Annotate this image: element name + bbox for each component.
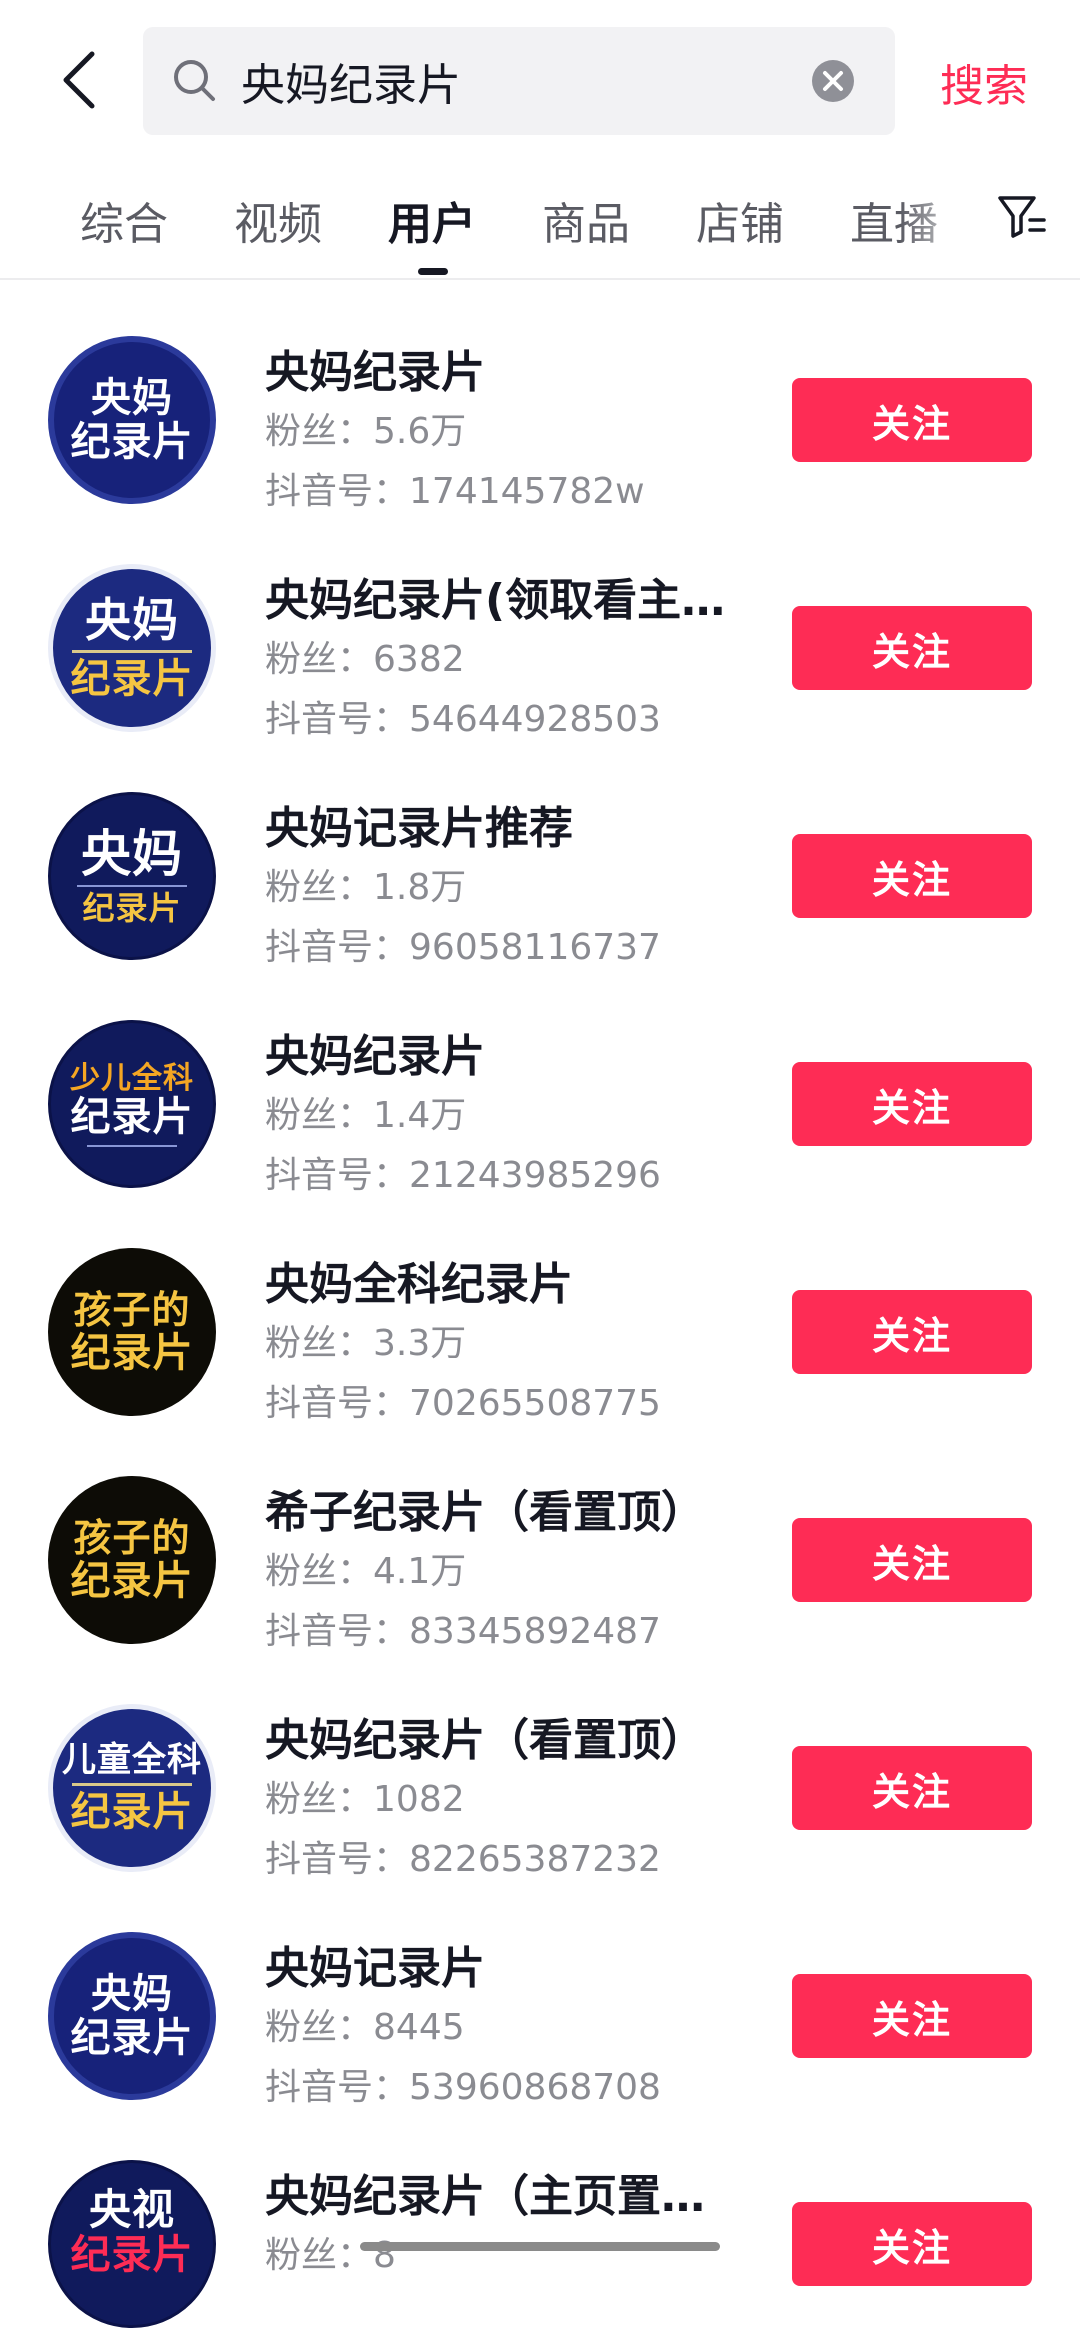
avatar-text-line: 少儿全科 <box>70 1060 194 1096</box>
follow-button[interactable]: 关注 <box>792 1974 1032 2058</box>
tab-fade-overlay <box>900 160 1000 276</box>
avatar-text-line: 纪录片 <box>82 888 182 927</box>
avatar-text-line: 央视 <box>88 2185 175 2234</box>
user-row[interactable]: 少儿全科 纪录片 央妈纪录片 粉丝：1.4万 抖音号：21243985296 关… <box>0 964 1080 1196</box>
tab-videos[interactable]: 视频 <box>234 188 322 252</box>
avatar-text-line: 纪录片 <box>70 654 194 702</box>
avatar-text-line: 孩子的 <box>73 1287 191 1333</box>
avatar-text-line: 纪录片 <box>70 418 194 465</box>
user-name: 央妈纪录片 <box>265 1031 485 1082</box>
avatar[interactable]: 央视 纪录片 <box>48 2160 216 2328</box>
avatar-text-line: 央妈 <box>91 1970 173 2017</box>
follow-button[interactable]: 关注 <box>792 1746 1032 1830</box>
tab-products[interactable]: 商品 <box>542 188 630 252</box>
avatar-text-line: 央妈 <box>91 374 173 421</box>
user-name: 央妈纪录片(领取看主… <box>265 575 726 626</box>
fans-count: 粉丝：8445 <box>265 2007 465 2048</box>
user-name: 希子纪录片（看置顶） <box>265 1487 705 1538</box>
douyin-id: 抖音号：21243985296 <box>265 1155 661 1196</box>
douyin-id: 抖音号：83345892487 <box>265 1611 661 1652</box>
user-name: 央妈全科纪录片 <box>265 1259 573 1310</box>
follow-button[interactable]: 关注 <box>792 1518 1032 1602</box>
user-row[interactable]: 央妈 纪录片 央妈纪录片 粉丝：5.6万 抖音号：174145782w 关注 <box>0 280 1080 512</box>
user-name: 央妈记录片推荐 <box>265 803 573 854</box>
avatar-divider <box>77 884 187 887</box>
user-row[interactable]: 央妈 纪录片 央妈记录片推荐 粉丝：1.8万 抖音号：96058116737 关… <box>0 736 1080 968</box>
chevron-left-icon <box>63 51 95 109</box>
douyin-id: 抖音号：174145782w <box>265 471 645 512</box>
avatar-text-line: 儿童全科 <box>62 1739 202 1780</box>
user-row[interactable]: 央妈 纪录片 央妈纪录片(领取看主… 粉丝：6382 抖音号：546449285… <box>0 508 1080 740</box>
fans-count: 粉丝：8 <box>265 2235 396 2276</box>
user-row[interactable]: 孩子的 纪录片 央妈全科纪录片 粉丝：3.3万 抖音号：70265508775 … <box>0 1192 1080 1424</box>
home-indicator[interactable] <box>360 2242 720 2251</box>
avatar[interactable]: 央妈 纪录片 <box>48 1932 216 2100</box>
douyin-id: 抖音号：82265387232 <box>265 1839 661 1880</box>
user-row[interactable]: 央妈 纪录片 央妈记录片 粉丝：8445 抖音号：53960868708 关注 <box>0 1876 1080 2108</box>
follow-button[interactable]: 关注 <box>792 834 1032 918</box>
search-button[interactable]: 搜索 <box>940 50 1028 114</box>
fans-count: 粉丝：3.3万 <box>265 1323 467 1364</box>
follow-button[interactable]: 关注 <box>792 1290 1032 1374</box>
user-name: 央妈纪录片（主页置鼎… <box>265 2171 745 2222</box>
avatar[interactable]: 孩子的 纪录片 <box>48 1476 216 1644</box>
fans-count: 粉丝：1.8万 <box>265 867 467 908</box>
avatar-text-line: 纪录片 <box>70 2014 194 2061</box>
fans-count: 粉丝：1.4万 <box>265 1095 467 1136</box>
category-tabs: 综合 视频 用户 商品 店铺 直播 <box>0 160 1080 280</box>
avatar-text-line: 孩子的 <box>73 1515 191 1561</box>
douyin-id: 抖音号：54644928503 <box>265 699 661 740</box>
user-name: 央妈纪录片（看置顶） <box>265 1715 705 1766</box>
avatar-text-line: 纪录片 <box>70 1556 194 1604</box>
avatar-text-line: 纪录片 <box>70 1092 194 1140</box>
avatar[interactable]: 央妈 纪录片 <box>48 336 216 504</box>
avatar-divider <box>87 1144 177 1147</box>
avatar-text-line: 央妈 <box>81 823 183 883</box>
fans-count: 粉丝：4.1万 <box>265 1551 467 1592</box>
user-name: 央妈纪录片 <box>265 347 485 398</box>
avatar-text-line: 纪录片 <box>70 2231 194 2279</box>
avatar[interactable]: 央妈 纪录片 <box>48 564 216 732</box>
avatar[interactable]: 央妈 纪录片 <box>48 792 216 960</box>
avatar-divider <box>72 649 192 653</box>
avatar-text-line: 纪录片 <box>70 1328 194 1376</box>
user-name: 央妈记录片 <box>265 1943 485 1994</box>
follow-button[interactable]: 关注 <box>792 2202 1032 2286</box>
search-input[interactable] <box>241 27 801 135</box>
fans-count: 粉丝：6382 <box>265 639 465 680</box>
douyin-id: 抖音号：53960868708 <box>265 2067 661 2108</box>
back-button[interactable] <box>40 40 120 120</box>
avatar-divider <box>72 1783 192 1787</box>
tab-users[interactable]: 用户 <box>388 188 476 252</box>
tab-shops[interactable]: 店铺 <box>696 188 784 252</box>
fans-count: 粉丝：5.6万 <box>265 411 467 452</box>
tab-all[interactable]: 综合 <box>80 188 168 252</box>
follow-button[interactable]: 关注 <box>792 1062 1032 1146</box>
search-box[interactable] <box>143 27 895 135</box>
avatar-text-line: 纪录片 <box>70 1788 194 1836</box>
avatar[interactable]: 少儿全科 纪录片 <box>48 1020 216 1188</box>
follow-button[interactable]: 关注 <box>792 378 1032 462</box>
douyin-id: 抖音号：96058116737 <box>265 927 661 968</box>
user-row[interactable]: 儿童全科 纪录片 央妈纪录片（看置顶） 粉丝：1082 抖音号：82265387… <box>0 1648 1080 1880</box>
filter-icon[interactable] <box>996 190 1048 242</box>
search-icon <box>174 60 215 101</box>
avatar[interactable]: 孩子的 纪录片 <box>48 1248 216 1416</box>
clear-circle-icon[interactable] <box>811 59 855 103</box>
user-row[interactable]: 央视 纪录片 央妈纪录片（主页置鼎… 粉丝：8 关注 <box>0 2104 1080 2332</box>
user-row[interactable]: 孩子的 纪录片 希子纪录片（看置顶） 粉丝：4.1万 抖音号：833458924… <box>0 1420 1080 1652</box>
fans-count: 粉丝：1082 <box>265 1779 465 1820</box>
follow-button[interactable]: 关注 <box>792 606 1032 690</box>
active-tab-indicator <box>418 268 448 275</box>
top-bar: 搜索 <box>0 0 1080 160</box>
avatar-text-line: 央妈 <box>85 593 179 648</box>
avatar[interactable]: 儿童全科 纪录片 <box>48 1704 216 1872</box>
douyin-id: 抖音号：70265508775 <box>265 1383 661 1424</box>
